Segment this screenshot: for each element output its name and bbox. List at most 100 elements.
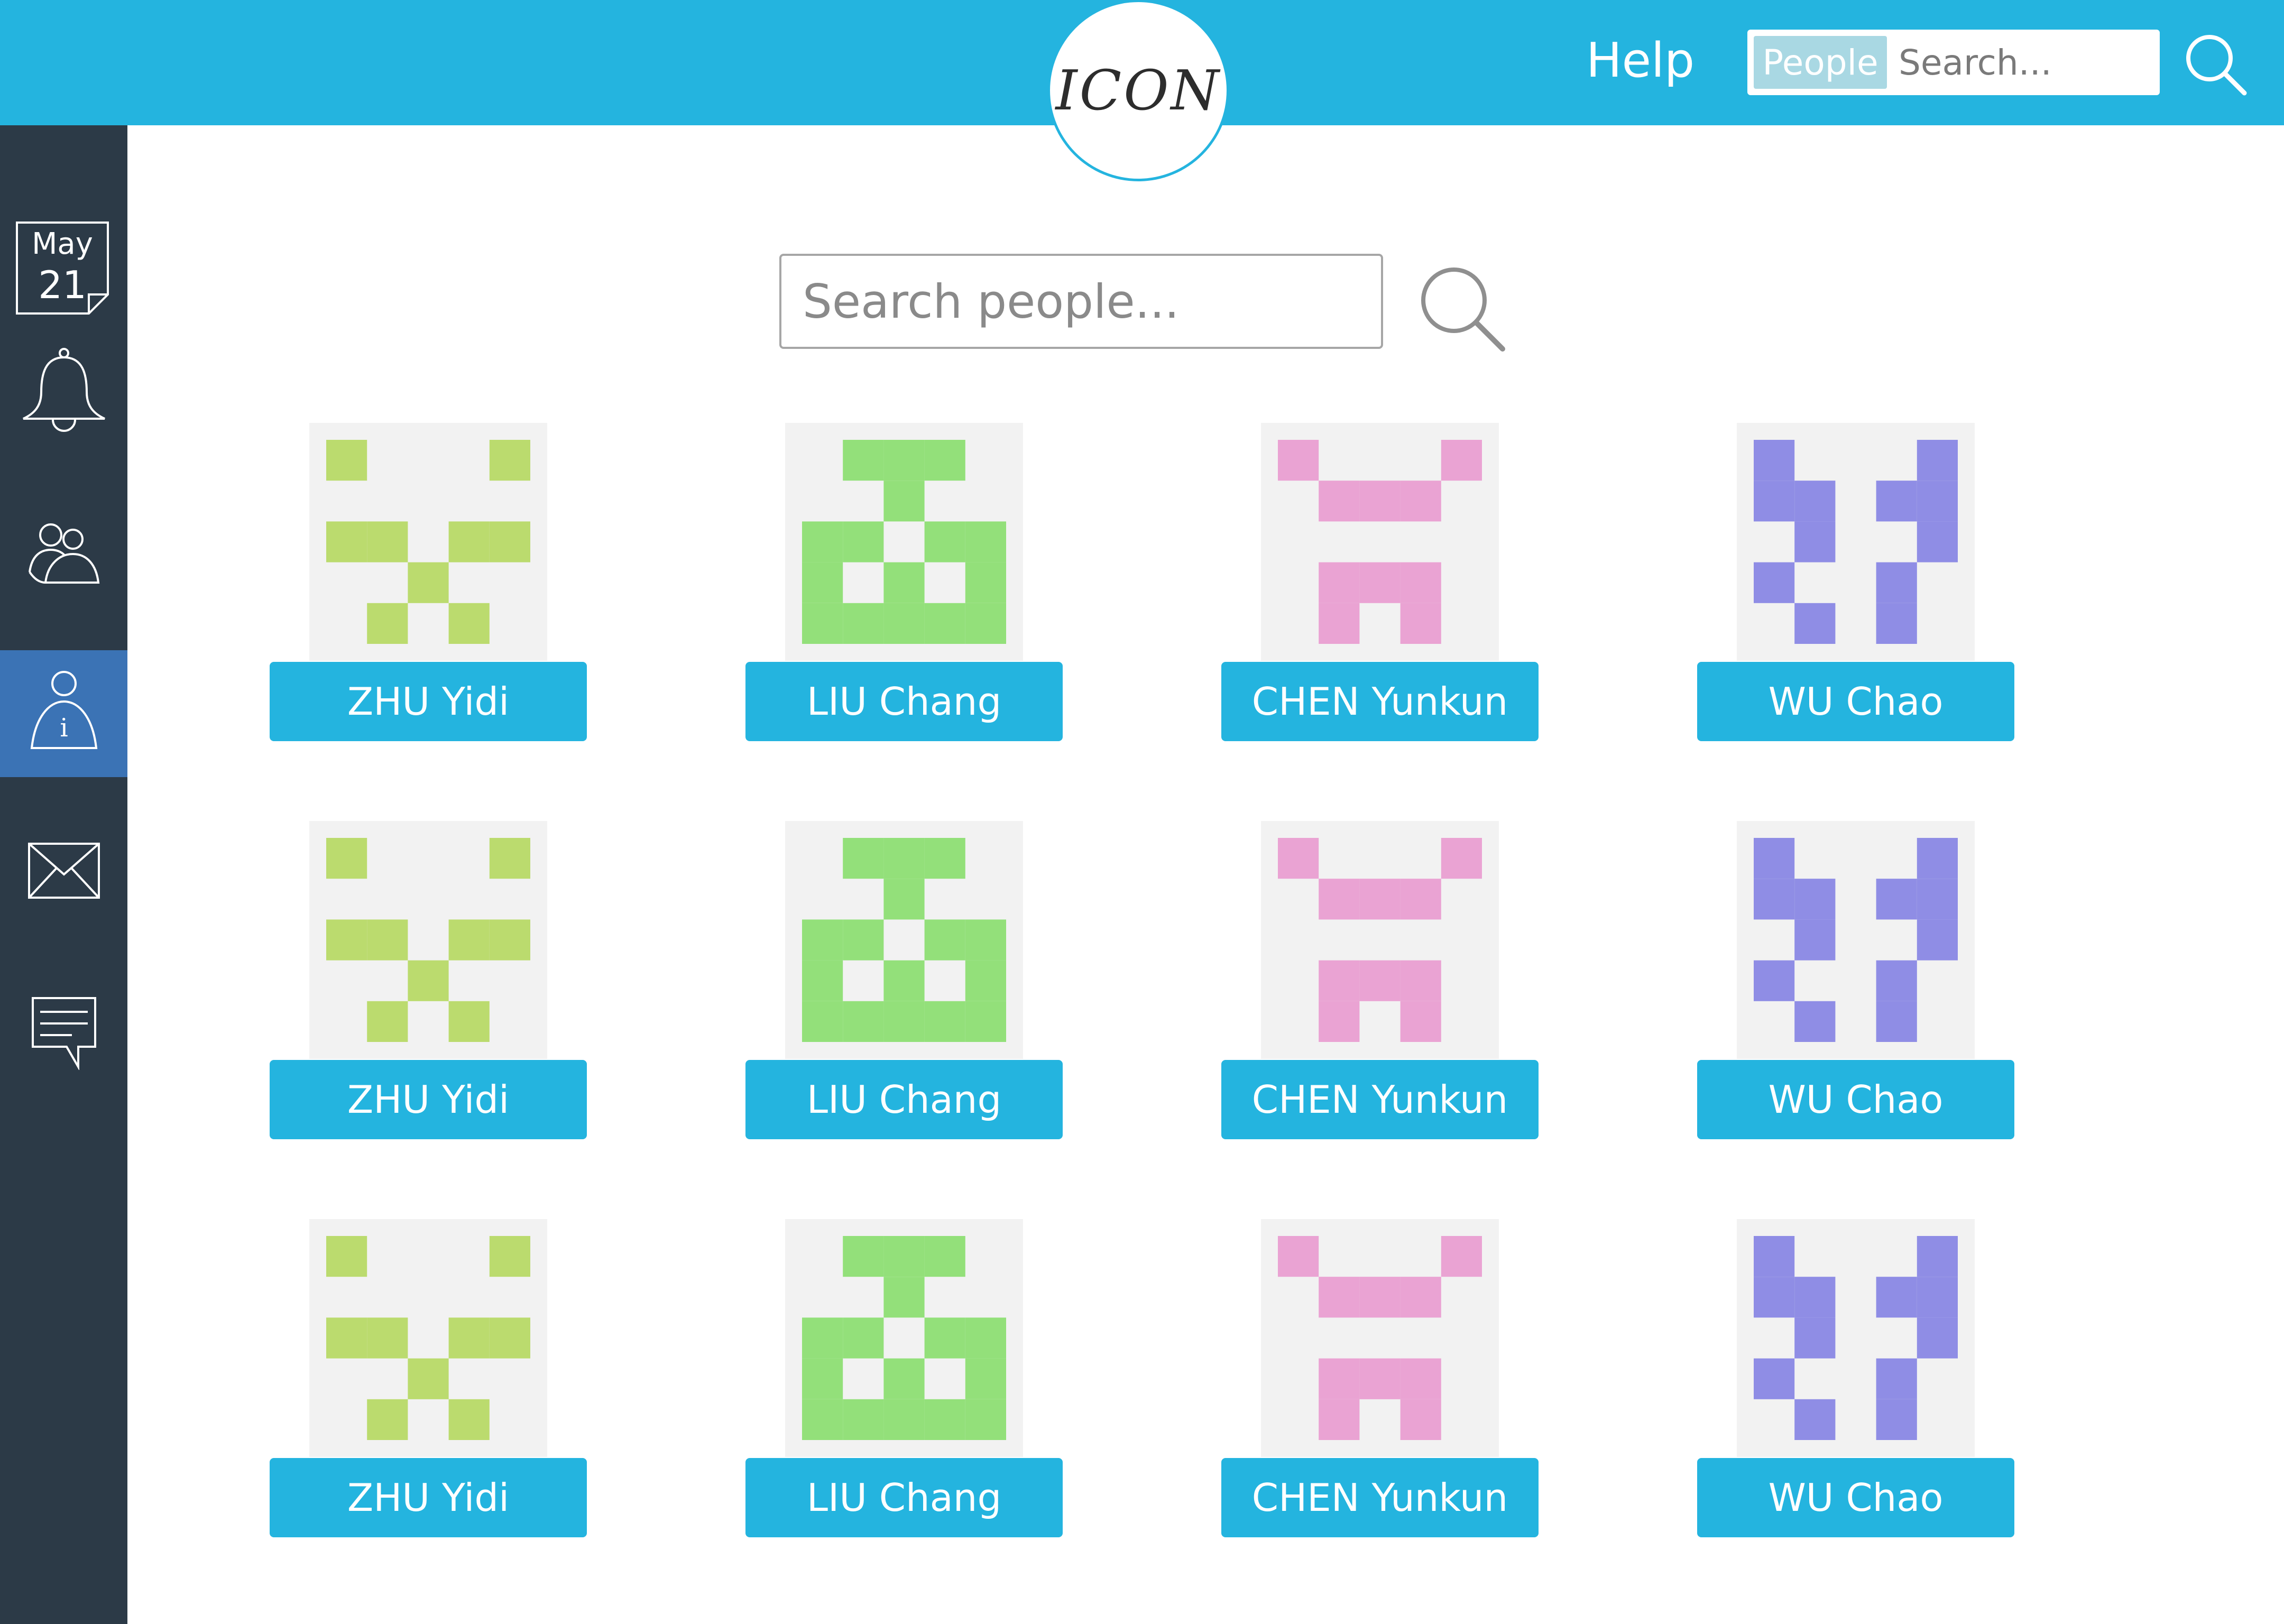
identicon-cell <box>1319 879 1360 920</box>
identicon-cell <box>448 1001 490 1042</box>
sidebar-item-mail[interactable] <box>0 807 127 934</box>
wu-identicon <box>1754 440 1958 644</box>
person-card[interactable]: CHEN Yunkun <box>1221 423 1539 745</box>
identicon-cell <box>1400 603 1441 644</box>
person-card[interactable]: ZHU Yidi <box>270 1219 587 1542</box>
identicon-cell <box>448 603 490 644</box>
identicon-cell <box>924 1001 965 1042</box>
identicon-cell <box>843 1399 884 1440</box>
zhu-identicon <box>326 440 530 644</box>
identicon-cell <box>367 919 408 961</box>
logo-text: ICON <box>1055 58 1221 123</box>
person-name-button[interactable]: CHEN Yunkun <box>1221 1060 1539 1139</box>
identicon-cell <box>1441 440 1482 481</box>
person-card[interactable]: ZHU Yidi <box>270 821 587 1143</box>
person-name-button[interactable]: WU Chao <box>1697 1458 2014 1537</box>
person-card[interactable]: ZHU Yidi <box>270 423 587 745</box>
identicon-cell <box>1754 879 1795 920</box>
identicon-cell <box>1917 521 1958 562</box>
app-logo[interactable]: ICON <box>1050 2 1227 179</box>
person-name-button[interactable]: LIU Chang <box>745 662 1063 741</box>
identicon-cell <box>883 1001 925 1042</box>
identicon-cell <box>965 1001 1006 1042</box>
identicon-cell <box>1319 1277 1360 1318</box>
people-search-input[interactable] <box>802 266 1364 336</box>
identicon-cell <box>367 603 408 644</box>
identicon-cell <box>1876 603 1917 644</box>
identicon-cell <box>1400 1399 1441 1440</box>
identicon-cell <box>1794 1277 1836 1318</box>
identicon-cell <box>408 562 449 603</box>
identicon-cell <box>1794 1399 1836 1440</box>
identicon-cell <box>843 440 884 481</box>
search-icon[interactable] <box>2181 30 2250 98</box>
sidebar-item-messages[interactable] <box>0 970 127 1096</box>
person-name-button[interactable]: WU Chao <box>1697 662 2014 741</box>
search-icon[interactable] <box>1412 258 1512 358</box>
person-name-button[interactable]: CHEN Yunkun <box>1221 1458 1539 1537</box>
identicon-cell <box>1319 960 1360 1001</box>
identicon-cell <box>367 1001 408 1042</box>
chen-identicon <box>1278 440 1482 644</box>
person-name-button[interactable]: WU Chao <box>1697 1060 2014 1139</box>
identicon-cell <box>1441 1236 1482 1277</box>
identicon-cell <box>326 838 367 879</box>
identicon-cell <box>1794 919 1836 961</box>
identicon-cell <box>924 440 965 481</box>
identicon-cell <box>843 521 884 562</box>
person-card[interactable]: WU Chao <box>1697 821 2014 1143</box>
person-card[interactable]: CHEN Yunkun <box>1221 1219 1539 1542</box>
identicon-cell <box>367 1399 408 1440</box>
identicon-cell <box>1754 838 1795 879</box>
identicon-cell <box>1794 603 1836 644</box>
identicon-cell <box>843 603 884 644</box>
identicon-cell <box>1754 1277 1795 1318</box>
identicon-cell <box>1917 481 1958 522</box>
person-info-icon: i <box>30 671 97 749</box>
person-card[interactable]: LIU Chang <box>745 423 1063 745</box>
sidebar-item-profile-info[interactable]: i <box>0 650 127 777</box>
identicon-cell <box>883 1277 925 1318</box>
people-icon <box>28 523 99 584</box>
identicon-cell <box>1754 440 1795 481</box>
identicon-cell <box>802 1399 843 1440</box>
liu-identicon <box>802 1236 1006 1440</box>
identicon-cell <box>883 562 925 603</box>
person-name-button[interactable]: LIU Chang <box>745 1060 1063 1139</box>
person-card[interactable]: CHEN Yunkun <box>1221 821 1539 1143</box>
person-name-button[interactable]: ZHU Yidi <box>270 1458 587 1537</box>
identicon-cell <box>489 440 530 481</box>
person-card[interactable]: WU Chao <box>1697 1219 2014 1542</box>
identicon-cell <box>1319 603 1360 644</box>
sidebar-item-notifications[interactable] <box>0 326 127 453</box>
person-card[interactable]: WU Chao <box>1697 423 2014 745</box>
person-card[interactable]: LIU Chang <box>745 821 1063 1143</box>
identicon-cell <box>883 960 925 1001</box>
identicon-cell <box>1319 1358 1360 1399</box>
identicon-cell <box>1441 838 1482 879</box>
identicon-cell <box>1876 1358 1917 1399</box>
avatar <box>785 423 1023 661</box>
person-name-button[interactable]: ZHU Yidi <box>270 1060 587 1139</box>
person-card[interactable]: LIU Chang <box>745 1219 1063 1542</box>
date-day: 21 <box>38 263 87 307</box>
identicon-cell <box>1917 440 1958 481</box>
chat-icon <box>31 997 96 1070</box>
identicon-cell <box>1917 919 1958 961</box>
identicon-cell <box>802 562 843 603</box>
identicon-cell <box>1400 1001 1441 1042</box>
search-scope-chip[interactable]: People <box>1754 36 1887 89</box>
identicon-cell <box>924 1236 965 1277</box>
global-search-input[interactable] <box>1894 36 2157 89</box>
help-link[interactable]: Help <box>1586 33 1694 88</box>
person-name-button[interactable]: CHEN Yunkun <box>1221 662 1539 741</box>
person-name-button[interactable]: LIU Chang <box>745 1458 1063 1537</box>
identicon-cell <box>489 838 530 879</box>
sidebar-item-people[interactable] <box>0 490 127 617</box>
identicon-cell <box>1319 481 1360 522</box>
identicon-cell <box>326 521 367 562</box>
sidebar-item-calendar[interactable]: May 21 <box>0 157 127 331</box>
identicon-cell <box>924 919 965 961</box>
identicon-cell <box>448 919 490 961</box>
person-name-button[interactable]: ZHU Yidi <box>270 662 587 741</box>
